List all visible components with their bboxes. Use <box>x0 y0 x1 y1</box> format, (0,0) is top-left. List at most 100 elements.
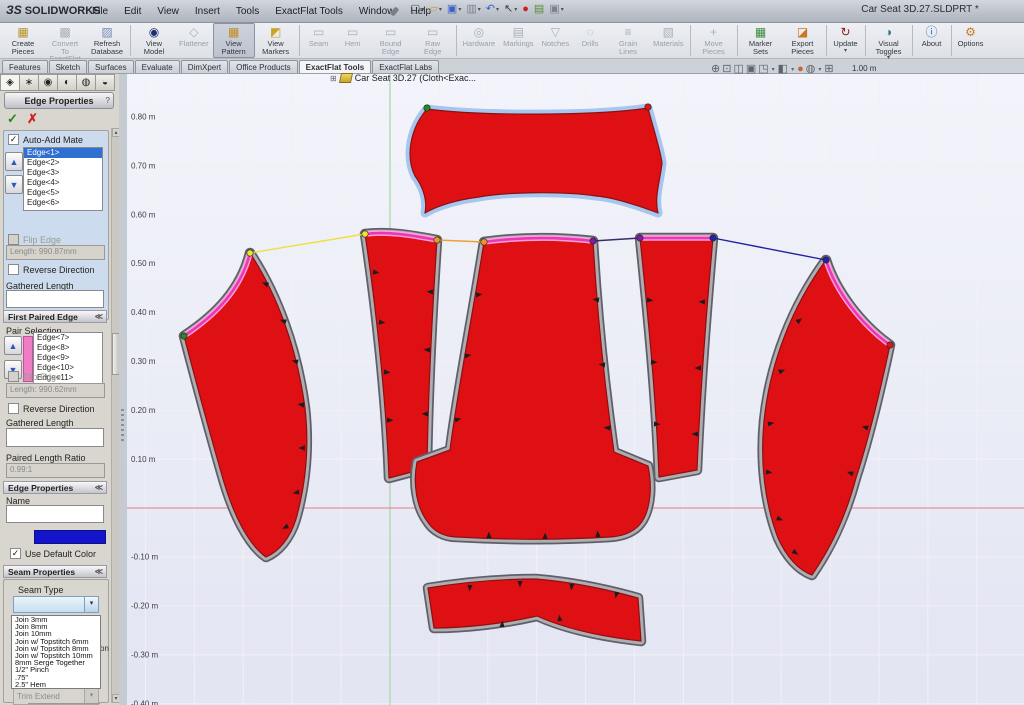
pm-tab-3[interactable]: ◉ <box>39 74 58 91</box>
dropdown-caret-icon[interactable]: ▾ <box>844 48 847 54</box>
pm-tab-5[interactable]: ◍ <box>77 74 96 91</box>
dropdown-caret-icon[interactable]: ▾ <box>561 6 564 13</box>
tab-features[interactable]: Features <box>2 60 48 73</box>
rebuild-icon[interactable]: ● <box>520 2 531 16</box>
name-input[interactable] <box>6 505 104 523</box>
grid-scale-icon[interactable]: ⊞ <box>824 61 833 77</box>
gathered-length-1-input[interactable] <box>6 290 104 308</box>
use-default-color-checkbox[interactable]: Use Default Color <box>10 548 96 559</box>
appearances-icon[interactable]: ● <box>797 61 804 77</box>
dropdown-caret-icon[interactable]: ▾ <box>791 66 794 73</box>
menu-file[interactable]: File <box>84 3 116 20</box>
create-pieces-button[interactable]: ▦Create Pieces <box>2 23 44 58</box>
pm-tab-2[interactable]: ∗ <box>20 74 39 91</box>
pattern-piece-bottom-strip[interactable] <box>428 579 641 641</box>
feature-tree-item[interactable]: ⊞ Car Seat 3D.27 (Cloth<Exac... <box>330 73 476 83</box>
vertex-dot[interactable] <box>590 238 596 244</box>
tab-exactflat-tools[interactable]: ExactFlat Tools <box>299 60 372 73</box>
reverse-direction-2-checkbox[interactable]: Reverse Direction <box>8 403 95 414</box>
move-up-button[interactable]: ▲ <box>5 152 23 171</box>
options-window-icon[interactable]: ▣▾ <box>547 2 565 16</box>
view-orientation-icon[interactable]: ◳ <box>758 61 768 77</box>
print-icon[interactable]: ▥▾ <box>464 2 482 16</box>
about-button[interactable]: ⓘAbout <box>915 23 949 58</box>
seam-properties-section-header[interactable]: Seam Properties≪ <box>3 565 107 578</box>
pattern-piece-left-strip[interactable] <box>365 233 437 478</box>
edge-list-1[interactable]: Edge<1>Edge<2>Edge<3>Edge<4>Edge<5>Edge<… <box>23 147 103 211</box>
vertex-dot[interactable] <box>481 239 487 245</box>
menu-view[interactable]: View <box>149 3 187 20</box>
export-pieces-button[interactable]: ◪Export Pieces <box>782 23 824 58</box>
dropdown-caret-icon[interactable]: ▾ <box>421 6 424 13</box>
pattern-piece-center-panel[interactable] <box>415 238 650 539</box>
pm-tab-4[interactable]: ◐ <box>58 74 77 91</box>
edge-list-item[interactable]: Edge<7> <box>34 333 102 343</box>
view-model-button[interactable]: ◉View Model <box>133 23 175 58</box>
menu-exactflat-tools[interactable]: ExactFlat Tools <box>267 3 351 20</box>
zoom-fit-icon[interactable]: ⊕ <box>711 61 720 77</box>
auto-add-mate-checkbox[interactable]: Auto-Add Mate <box>8 134 83 145</box>
edge-list-item[interactable]: Edge<1> <box>24 148 102 158</box>
edge-list-item[interactable]: Edge<8> <box>34 343 102 353</box>
zoom-area-icon[interactable]: ⊡ <box>722 61 731 77</box>
tab-evaluate[interactable]: Evaluate <box>135 60 180 73</box>
dropdown-caret-icon[interactable]: ▾ <box>772 66 775 73</box>
seam-type-combo[interactable]: ▾ <box>13 596 99 613</box>
dropdown-caret-icon[interactable]: ▾ <box>818 66 821 73</box>
new-document-icon[interactable]: ▢▾ <box>408 2 426 16</box>
dropdown-caret-icon[interactable]: ▾ <box>458 6 461 13</box>
help-icon[interactable]: ? <box>106 96 110 105</box>
tab-exactflat-labs[interactable]: ExactFlat Labs <box>372 60 439 73</box>
tab-sketch[interactable]: Sketch <box>49 60 87 73</box>
view-settings-icon[interactable]: ▣ <box>746 61 756 77</box>
pm-tab-1[interactable]: ◈ <box>0 74 20 91</box>
select-icon[interactable]: ↖▾ <box>502 2 519 16</box>
vertex-dot[interactable] <box>247 250 253 256</box>
menu-insert[interactable]: Insert <box>187 3 228 20</box>
ok-checkmark-button[interactable]: ✓ <box>7 111 18 127</box>
view-markers-button[interactable]: ◩View Markers <box>255 23 297 58</box>
seam-type-option[interactable]: 2.5" Hem <box>12 681 100 688</box>
dropdown-caret-icon[interactable]: ▾ <box>514 6 517 13</box>
open-icon[interactable]: ▱▾ <box>427 2 443 16</box>
dropdown-caret-icon[interactable]: ▾ <box>478 6 481 13</box>
pattern-piece-headrest[interactable] <box>410 108 662 213</box>
move-down-button[interactable]: ▼ <box>5 175 23 194</box>
tab-office-products[interactable]: Office Products <box>229 60 298 73</box>
pattern-piece-right-bolster[interactable] <box>763 260 890 575</box>
reverse-direction-1-checkbox[interactable]: Reverse Direction <box>8 264 95 275</box>
vertex-dot[interactable] <box>181 333 187 339</box>
edge-list-item[interactable]: Edge<6> <box>24 198 102 208</box>
vertex-dot[interactable] <box>710 235 716 241</box>
edge-list-item[interactable]: Edge<5> <box>24 188 102 198</box>
menu-tools[interactable]: Tools <box>228 3 267 20</box>
pair-move-up-button[interactable]: ▲ <box>4 336 22 355</box>
edit-scene-icon[interactable]: ◍ <box>806 61 816 77</box>
refresh-database-button[interactable]: ▨Refresh Database <box>86 23 128 58</box>
edge-list-item[interactable]: Edge<3> <box>24 168 102 178</box>
visual-toggles-button[interactable]: ◑Visual Toggles▾ <box>868 23 910 58</box>
update-button[interactable]: ↻Update▾ <box>829 23 863 58</box>
vertex-dot[interactable] <box>887 342 893 348</box>
edge-list-item[interactable]: Edge<9> <box>34 353 102 363</box>
menu-edit[interactable]: Edit <box>116 3 149 20</box>
vertex-dot[interactable] <box>823 257 829 263</box>
vertex-dot[interactable] <box>434 237 440 243</box>
first-paired-edge-header[interactable]: First Paired Edge≪ <box>3 310 107 323</box>
cancel-x-button[interactable]: ✗ <box>27 111 38 127</box>
marker-sets-button[interactable]: ▦Marker Sets <box>740 23 782 58</box>
dropdown-caret-icon[interactable]: ▾ <box>496 6 499 13</box>
tab-dimxpert[interactable]: DimXpert <box>181 60 228 73</box>
edge-color-swatch[interactable] <box>34 530 106 544</box>
dropdown-caret-icon[interactable]: ▾ <box>439 6 442 13</box>
file-properties-icon[interactable]: ▤ <box>532 2 546 16</box>
vertex-dot[interactable] <box>645 104 651 110</box>
vertex-dot[interactable] <box>362 231 368 237</box>
edge-properties-section-header[interactable]: Edge Properties≪ <box>3 481 107 494</box>
tree-expander-icon[interactable]: ⊞ <box>330 74 337 83</box>
combo-caret-icon[interactable]: ▾ <box>84 597 98 612</box>
vertex-dot[interactable] <box>637 235 643 241</box>
checkbox-check[interactable] <box>8 134 19 145</box>
view-pattern-button[interactable]: ▦View Pattern <box>213 23 255 58</box>
display-style-icon[interactable]: ◧ <box>778 61 788 77</box>
